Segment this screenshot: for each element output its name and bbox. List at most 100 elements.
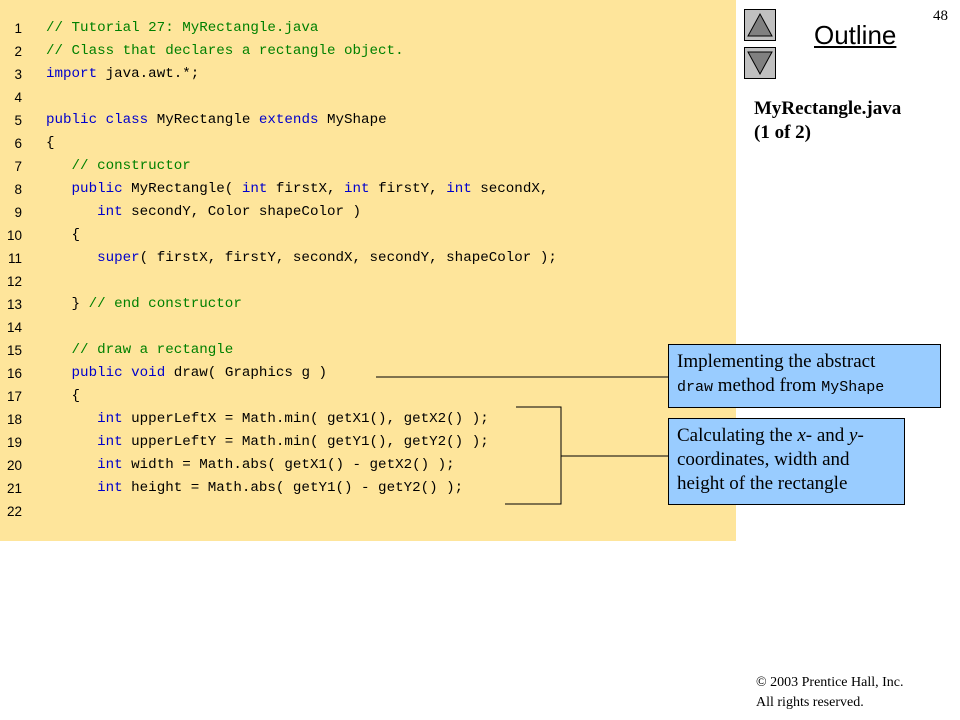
line-number: 1 [14, 21, 22, 36]
code-line: 14 [0, 316, 736, 339]
plain-token: firstX, [267, 181, 345, 197]
code-line: 7 // constructor [0, 155, 736, 178]
plain-token: ( firstX, firstY, secondX, secondY, shap… [139, 250, 557, 266]
line-number: 9 [14, 205, 22, 220]
keyword-token: public [71, 365, 123, 381]
line-number: 5 [14, 113, 22, 128]
line-code: int upperLeftX = Math.min( getX1(), getX… [46, 408, 489, 431]
plain-token: MyRectangle( [122, 181, 242, 197]
code-line: 18 int upperLeftX = Math.min( getX1(), g… [0, 408, 736, 431]
copyright: © 2003 Prentice Hall, Inc. All rights re… [756, 673, 904, 713]
plain-token: secondX, [471, 181, 549, 197]
plain-token: secondY, Color shapeColor ) [122, 204, 362, 220]
copyright-line1: © 2003 Prentice Hall, Inc. [756, 675, 904, 690]
keyword-token: extends [258, 112, 319, 128]
keyword-token: int [241, 181, 268, 197]
plain-token: { [46, 388, 81, 404]
draw-callout-line2: draw method from MyShape [677, 374, 932, 400]
line-number: 6 [14, 136, 22, 151]
plain-token: { [46, 227, 81, 243]
keyword-token: int [446, 181, 472, 197]
triangle-down-icon [747, 51, 773, 76]
outline-link[interactable]: Outline [814, 20, 896, 51]
plain-token: { [46, 135, 55, 151]
line-code: // constructor [46, 155, 191, 178]
line-code: int secondY, Color shapeColor ) [46, 201, 361, 224]
line-number: 19 [6, 435, 22, 450]
draw-callout-line1: Implementing the abstract [677, 351, 876, 372]
draw-keyword: draw [677, 379, 714, 396]
next-slide-button[interactable] [744, 47, 776, 79]
line-number: 3 [14, 67, 22, 82]
keyword-token: public [71, 181, 123, 197]
coords-x-italic: x [797, 425, 806, 446]
line-number: 22 [6, 504, 22, 519]
keyword-token: int [344, 181, 370, 197]
line-code: int width = Math.abs( getX1() - getX2() … [46, 454, 455, 477]
keyword-token: int [97, 411, 123, 427]
code-line: 17 { [0, 385, 736, 408]
plain-token: width = Math.abs( getX1() - getX2() ); [122, 457, 455, 473]
plain-token: draw( Graphics g ) [165, 365, 327, 381]
comment-token: // Class that declares a rectangle objec… [46, 43, 404, 59]
line-code: { [46, 385, 81, 408]
line-number: 7 [14, 159, 22, 174]
line-code: public MyRectangle( int firstX, int firs… [46, 178, 549, 201]
line-number: 17 [6, 389, 22, 404]
line-number: 18 [6, 412, 22, 427]
keyword-token: int [97, 457, 123, 473]
line-code: super( firstX, firstY, secondX, secondY,… [46, 247, 557, 270]
plain-token: } [46, 296, 89, 312]
file-title-part: (1 of 2) [754, 122, 811, 143]
line-code: public class MyRectangle extends MyShape [46, 109, 387, 132]
code-line: 6{ [0, 132, 736, 155]
code-line: 2 // Class that declares a rectangle obje… [0, 40, 736, 63]
line-code: // Tutorial 27: MyRectangle.java [46, 17, 318, 40]
code-line: 4 [0, 86, 736, 109]
keyword-token: import [46, 66, 98, 82]
code-line: 21 int height = Math.abs( getY1() - getY… [0, 477, 736, 500]
comment-token: // Tutorial 27: MyRectangle.java [46, 20, 319, 36]
line-number: 15 [6, 343, 22, 358]
coords-callout-line2: coordinates, width and [677, 449, 850, 470]
keyword-token: int [97, 204, 123, 220]
line-code: // draw a rectangle [46, 339, 234, 362]
comment-token: // end constructor [88, 296, 242, 312]
code-line: 15 // draw a rectangle [0, 339, 736, 362]
coordinates-callout: Calculating the x- and y- coordinates, w… [668, 418, 905, 505]
line-number: 20 [6, 458, 22, 473]
plain-token: upperLeftX = Math.min( getX1(), getX2() … [122, 411, 489, 427]
line-code: { [46, 224, 81, 247]
file-title-name: MyRectangle.java [754, 98, 902, 119]
line-number: 21 [6, 481, 22, 496]
line-number: 13 [6, 297, 22, 312]
keyword-token: int [97, 434, 123, 450]
coords-callout-line1: Calculating the x- and y- [677, 424, 896, 448]
line-number: 16 [6, 366, 22, 381]
previous-slide-button[interactable] [744, 9, 776, 41]
code-line: 3 import java.awt.*; [0, 63, 736, 86]
line-number: 12 [6, 274, 22, 289]
coords-text-a: Calculating the [677, 425, 798, 446]
code-line: 13 } // end constructor [0, 293, 736, 316]
keyword-token: void [131, 365, 166, 381]
code-line: 1 // Tutorial 27: MyRectangle.java [0, 17, 736, 40]
code-line: 20 int width = Math.abs( getX1() - getX2… [0, 454, 736, 477]
code-line: 11 super( firstX, firstY, secondX, secon… [0, 247, 736, 270]
code-panel: 1 // Tutorial 27: MyRectangle.java 2 // Cla… [0, 0, 736, 541]
coords-callout-line3: height of the rectangle [677, 473, 848, 494]
triangle-up-icon [747, 12, 773, 37]
coords-text-b: - and [805, 425, 850, 446]
line-number: 14 [6, 320, 22, 335]
line-number: 2 [14, 44, 22, 59]
draw-method-callout: Implementing the abstract draw method fr… [668, 344, 941, 408]
code-line: 19 int upperLeftY = Math.min( getY1(), g… [0, 431, 736, 454]
plain-token: java.awt.*; [97, 66, 200, 82]
keyword-token: super [97, 250, 140, 266]
